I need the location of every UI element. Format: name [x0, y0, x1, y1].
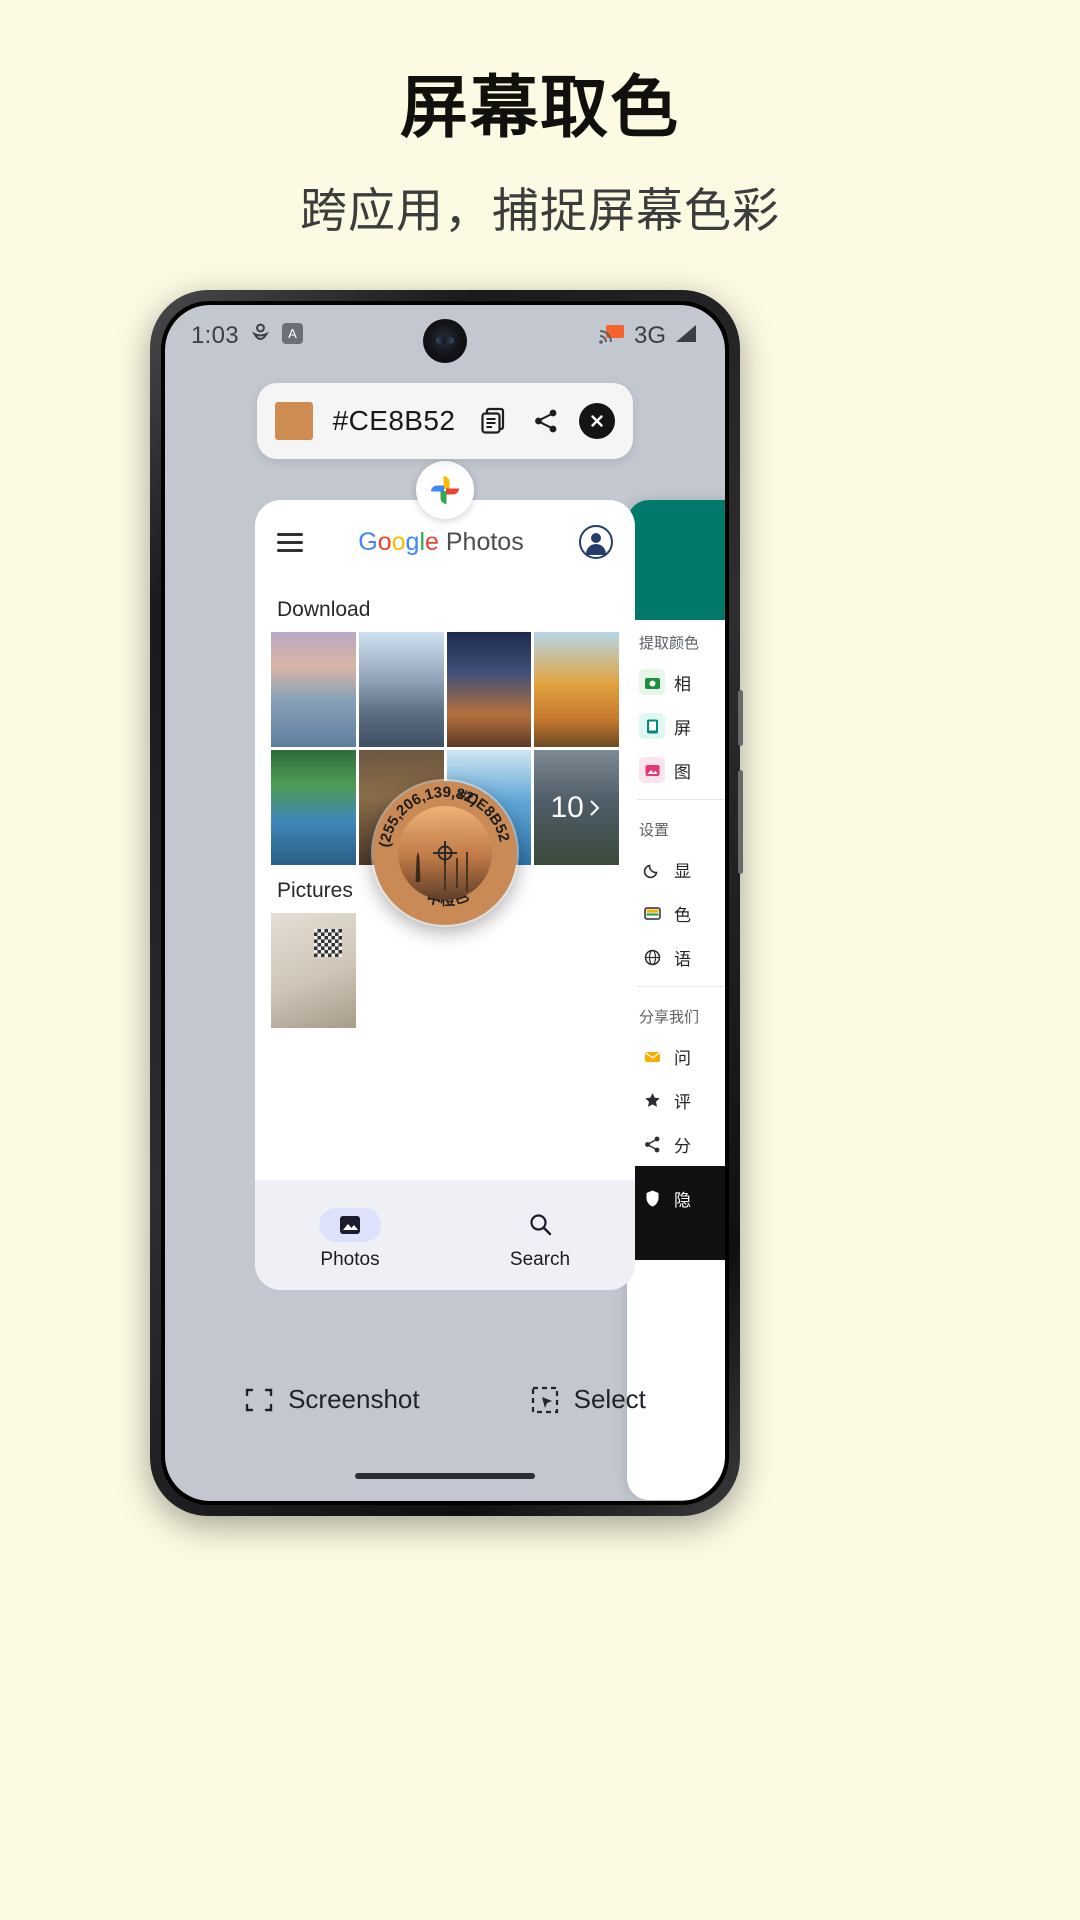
a-badge-icon: A: [282, 323, 303, 349]
drawer-item-label: 显: [674, 857, 691, 882]
drawer-item-label: 图: [674, 758, 691, 783]
moon-icon: [639, 856, 665, 882]
signal-icon: [675, 324, 699, 349]
photo-thumbnail[interactable]: [359, 632, 444, 747]
drawer-item-screen[interactable]: 屏: [627, 704, 725, 748]
google-photos-logo: [416, 461, 474, 519]
hex-value-label[interactable]: #CE8B52: [327, 405, 461, 437]
drawer-item-label: 隐: [674, 1186, 691, 1211]
photo-thumbnail[interactable]: [271, 632, 356, 747]
crosshair-ring: [438, 846, 453, 861]
color-picker-toolbar: #CE8B52: [257, 383, 633, 459]
photo-thumbnail[interactable]: [271, 750, 356, 865]
select-action[interactable]: Select: [530, 1384, 646, 1415]
settings-drawer: 提取颜色 相 屏 图: [627, 500, 725, 1500]
screen-icon: [639, 713, 665, 739]
drawer-item-label: 评: [674, 1088, 691, 1113]
select-label: Select: [574, 1384, 646, 1415]
photo-thumbnail[interactable]: [271, 913, 356, 1028]
page-title: 屏幕取色: [0, 52, 1080, 151]
drawer-item-label: 屏: [674, 714, 691, 739]
drawer-item-label: 相: [674, 670, 691, 695]
status-time: 1:03: [191, 322, 239, 350]
share-icon: [639, 1131, 665, 1157]
palette-icon: [639, 900, 665, 926]
location-pin-icon: [252, 323, 269, 350]
drawer-hero-banner: [627, 500, 725, 620]
hamburger-menu-icon[interactable]: [277, 528, 303, 557]
photo-count-value: 10: [550, 791, 583, 825]
drawer-item-label: 色: [674, 901, 691, 926]
drawer-item-label: 分: [674, 1132, 691, 1157]
photo-thumbnail[interactable]: [534, 632, 619, 747]
gallery-icon: [639, 757, 665, 783]
nav-pill-photos: [319, 1208, 381, 1242]
drawer-item-color[interactable]: 色: [627, 891, 725, 935]
nav-item-photos[interactable]: Photos: [319, 1208, 381, 1271]
nav-label-photos: Photos: [320, 1249, 379, 1271]
front-camera: [423, 319, 467, 363]
phone-bezel: 1:03 A: [161, 301, 729, 1505]
color-swatch[interactable]: [275, 402, 313, 440]
bottom-action-bar: Screenshot Select: [165, 1384, 725, 1415]
app-title: Google Photos: [303, 528, 579, 557]
status-bar-right: 3G: [599, 322, 699, 350]
loupe-magnified-area: [398, 806, 492, 900]
app-title-photos: Photos: [439, 528, 524, 556]
drawer-group-title-1: 设置: [627, 807, 725, 847]
chevron-right-icon: [587, 798, 603, 818]
image-icon: [338, 1213, 362, 1237]
photo-thumbnail[interactable]: [447, 632, 532, 747]
drawer-item-label: 问: [674, 1044, 691, 1069]
language-icon: [639, 944, 665, 970]
phone-volume-button[interactable]: [738, 770, 743, 874]
copy-icon[interactable]: [475, 402, 513, 440]
phone-frame: 1:03 A: [150, 290, 740, 1516]
cast-icon: [599, 323, 625, 350]
close-icon[interactable]: [579, 403, 615, 439]
drawer-divider: [637, 986, 725, 987]
photo-count-badge: 10: [534, 750, 619, 865]
drawer-item-share[interactable]: 分: [627, 1122, 725, 1166]
drawer-divider: [637, 799, 725, 800]
star-icon: [639, 1087, 665, 1113]
drawer-item-rate[interactable]: 评: [627, 1078, 725, 1122]
home-indicator[interactable]: [355, 1473, 535, 1479]
drawer-item-display[interactable]: 显: [627, 847, 725, 891]
photo-grid-pictures: [255, 913, 635, 1028]
camera-icon: [639, 669, 665, 695]
drawer-item-privacy[interactable]: 隐: [627, 1176, 725, 1220]
section-label-download: Download: [255, 584, 635, 632]
screenshot-frame-icon: [244, 1385, 274, 1415]
account-avatar-icon[interactable]: [579, 525, 613, 559]
search-icon: [528, 1212, 553, 1237]
nav-label-search: Search: [510, 1249, 570, 1271]
nav-item-search[interactable]: Search: [509, 1208, 571, 1271]
google-photos-bottom-nav: Photos Search: [255, 1180, 635, 1290]
mail-icon: [639, 1043, 665, 1069]
drawer-group-title-0: 提取颜色: [627, 620, 725, 660]
shield-icon: [639, 1185, 665, 1211]
nav-pill-search: [509, 1208, 571, 1242]
svg-text:A: A: [288, 326, 297, 341]
network-type-label: 3G: [634, 322, 666, 350]
drawer-privacy-section: 隐: [627, 1166, 725, 1260]
drawer-group-title-2: 分享我们: [627, 994, 725, 1034]
status-bar-left: 1:03 A: [191, 322, 303, 350]
drawer-item-gallery[interactable]: 图: [627, 748, 725, 792]
screenshot-action[interactable]: Screenshot: [244, 1384, 420, 1415]
drawer-item-camera[interactable]: 相: [627, 660, 725, 704]
page-subtitle: 跨应用，捕捉屏幕色彩: [0, 172, 1080, 241]
screenshot-label: Screenshot: [288, 1384, 420, 1415]
drawer-item-language[interactable]: 语: [627, 935, 725, 979]
color-magnifier-loupe[interactable]: (255,206,139,82) #CE8B52 中橙色: [373, 781, 517, 925]
phone-power-button[interactable]: [738, 690, 743, 746]
photo-thumbnail-more[interactable]: 10: [534, 750, 619, 865]
drawer-item-feedback[interactable]: 问: [627, 1034, 725, 1078]
share-icon[interactable]: [527, 402, 565, 440]
drawer-item-label: 语: [674, 945, 691, 970]
select-region-icon: [530, 1385, 560, 1415]
phone-screen: 1:03 A: [165, 305, 725, 1501]
